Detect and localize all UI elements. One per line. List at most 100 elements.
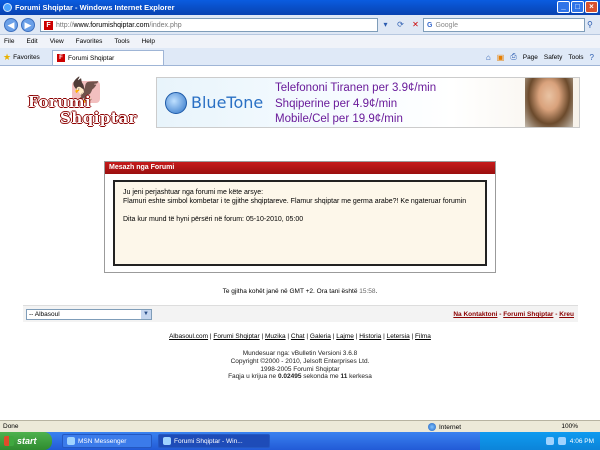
url-path: /index.php [149, 21, 182, 29]
command-bar: ⌂ ▣ ⎙ Page Safety Tools ? [486, 52, 594, 62]
banner-line-1: Telefononi Tiranen per 3.9¢/min [275, 82, 437, 94]
ie-icon [3, 3, 12, 12]
address-row: ◀ ▶ F http://www.forumishqiptar.com/inde… [0, 15, 600, 35]
window-controls: _ □ × [557, 1, 598, 13]
credits-years: 1998-2005 Forumi Shqiptar [260, 365, 340, 373]
message-intro: Ju jeni perjashtuar nga forumi me këte a… [123, 189, 264, 196]
status-bar: Done Internet 100% [0, 420, 600, 432]
link-letersia[interactable]: Letersia [387, 333, 410, 340]
tools-menu[interactable]: Tools [568, 54, 583, 61]
search-input[interactable]: G Google [423, 18, 585, 32]
menu-bar: File Edit View Favorites Tools Help [0, 35, 600, 48]
link-muzika[interactable]: Muzika [265, 333, 286, 340]
help-icon[interactable]: ? [590, 53, 594, 62]
menu-edit[interactable]: Edit [26, 38, 37, 45]
forum-home-link[interactable]: Forumi Shqiptar [503, 311, 553, 318]
site-links: Albasoul.com | Forumi Shqiptar | Muzika … [169, 333, 431, 340]
timezone-text: Te gjitha kohët janë në GMT +2. Ora tani… [222, 288, 360, 295]
link-lajme[interactable]: Lajme [336, 333, 354, 340]
bluetone-logo-icon [165, 92, 187, 114]
start-label: start [17, 436, 37, 446]
taskbar-item-msn[interactable]: MSN Messenger [62, 434, 152, 448]
dropdown-arrow-icon[interactable]: ▾ [380, 19, 391, 30]
credits-powered: Mundesuar nga: vBulletin Versioni 3.6.8 [242, 350, 358, 357]
forum-logo[interactable]: 🦅 Forumi Shqiptar [20, 77, 140, 137]
forum-message-box: Mesazh nga Forumi Ju jeni perjashtuar ng… [104, 161, 496, 273]
favorites-button[interactable]: ★ Favorites [3, 52, 40, 63]
search-placeholder: Google [435, 21, 459, 29]
banner-brand: BlueTone [191, 93, 264, 112]
forward-button[interactable]: ▶ [21, 18, 35, 32]
link-galeria[interactable]: Galeria [310, 333, 331, 340]
message-header: Mesazh nga Forumi [105, 162, 495, 174]
menu-help[interactable]: Help [142, 38, 155, 45]
window-title-bar: Forumi Shqiptar - Windows Internet Explo… [0, 0, 600, 15]
banner-promo: Telefononi Tiranen per 3.9¢/min Shqiperi… [275, 81, 437, 127]
footer-bar: -- Albasoul ▼ Na Kontaktoni - Forumi Shq… [23, 305, 578, 322]
close-button[interactable]: × [585, 1, 598, 13]
page-content: 🦅 Forumi Shqiptar BlueTone Telefononi Ti… [0, 67, 600, 420]
tab-forumi-shqiptar[interactable]: F Forumi Shqiptar [52, 50, 164, 65]
logo-text-line2: Shqiptar [60, 109, 137, 127]
google-icon: G [427, 21, 433, 29]
feeds-icon[interactable]: ▣ [497, 53, 505, 62]
home-icon[interactable]: ⌂ [486, 53, 491, 62]
page-menu[interactable]: Page [523, 54, 538, 61]
search-icon[interactable]: ⚲ [587, 20, 593, 29]
tab-title: Forumi Shqiptar [68, 54, 115, 62]
message-reason: Flamuri eshte simbol kombetar i te gjith… [123, 198, 467, 205]
link-chat[interactable]: Chat [291, 333, 305, 340]
footer-links: Na Kontaktoni - Forumi Shqiptar - Kreu [453, 311, 574, 318]
back-button[interactable]: ◀ [4, 18, 18, 32]
current-time: 15:58 [359, 288, 376, 295]
address-bar[interactable]: F http://www.forumishqiptar.com/index.ph… [40, 18, 378, 32]
advert-banner[interactable]: BlueTone Telefononi Tiranen per 3.9¢/min… [156, 77, 580, 128]
ie-taskbar-icon [163, 437, 171, 445]
credits: Mundesuar nga: vBulletin Versioni 3.6.8 … [0, 350, 600, 381]
message-body: Ju jeni perjashtuar nga forumi me këte a… [113, 180, 487, 266]
menu-tools[interactable]: Tools [114, 38, 129, 45]
star-icon: ★ [3, 52, 12, 62]
top-link[interactable]: Kreu [559, 311, 574, 318]
chevron-down-icon: ▼ [141, 310, 151, 319]
style-chooser-select[interactable]: -- Albasoul ▼ [26, 309, 152, 320]
menu-view[interactable]: View [50, 38, 64, 45]
taskbar: start MSN Messenger Forumi Shqiptar - Wi… [0, 432, 600, 450]
url-scheme: http:// [56, 21, 74, 29]
refresh-icon[interactable]: ⟳ [395, 19, 406, 30]
taskbar-item-ie[interactable]: Forumi Shqiptar - Win... [158, 434, 270, 448]
start-button[interactable]: start [0, 432, 52, 450]
windows-logo-icon [4, 436, 14, 446]
zoom-level[interactable]: 100% [561, 423, 578, 430]
menu-favorites[interactable]: Favorites [76, 38, 103, 45]
link-albasoul[interactable]: Albasoul.com [169, 333, 208, 340]
msn-icon [67, 437, 75, 445]
security-zone: Internet [428, 423, 461, 431]
minimize-button[interactable]: _ [557, 1, 570, 13]
tray-icon[interactable] [545, 437, 554, 445]
timezone-info: Te gjitha kohët janë në GMT +2. Ora tani… [222, 288, 378, 295]
print-icon[interactable]: ⎙ [510, 52, 516, 62]
system-tray: 4:06 PM [480, 432, 600, 450]
contact-link[interactable]: Na Kontaktoni [453, 311, 497, 318]
zone-label: Internet [439, 423, 462, 431]
banner-line-3: Mobile/Cel per 19.9¢/min [275, 113, 403, 125]
menu-file[interactable]: File [4, 38, 14, 45]
link-filma[interactable]: Filma [415, 333, 431, 340]
window-title: Forumi Shqiptar - Windows Internet Explo… [15, 3, 175, 12]
favorites-bar: ★ Favorites F Forumi Shqiptar ⌂ ▣ ⎙ Page… [0, 48, 600, 66]
tab-favicon-icon: F [57, 54, 65, 62]
stop-icon[interactable]: ✕ [410, 19, 421, 30]
tray-icon[interactable] [557, 437, 566, 445]
style-selected-value: -- Albasoul [29, 311, 60, 318]
link-historia[interactable]: Historia [359, 333, 381, 340]
banner-line-2: Shqiperine per 4.9¢/min [275, 97, 398, 110]
clock: 4:06 PM [569, 437, 594, 445]
url-host: www.forumishqiptar.com [73, 21, 150, 29]
site-favicon-icon: F [44, 20, 53, 30]
globe-icon [428, 423, 436, 431]
banner-photo [525, 78, 573, 127]
safety-menu[interactable]: Safety [544, 54, 562, 61]
link-forumi[interactable]: Forumi Shqiptar [213, 333, 259, 340]
maximize-button[interactable]: □ [571, 1, 584, 13]
